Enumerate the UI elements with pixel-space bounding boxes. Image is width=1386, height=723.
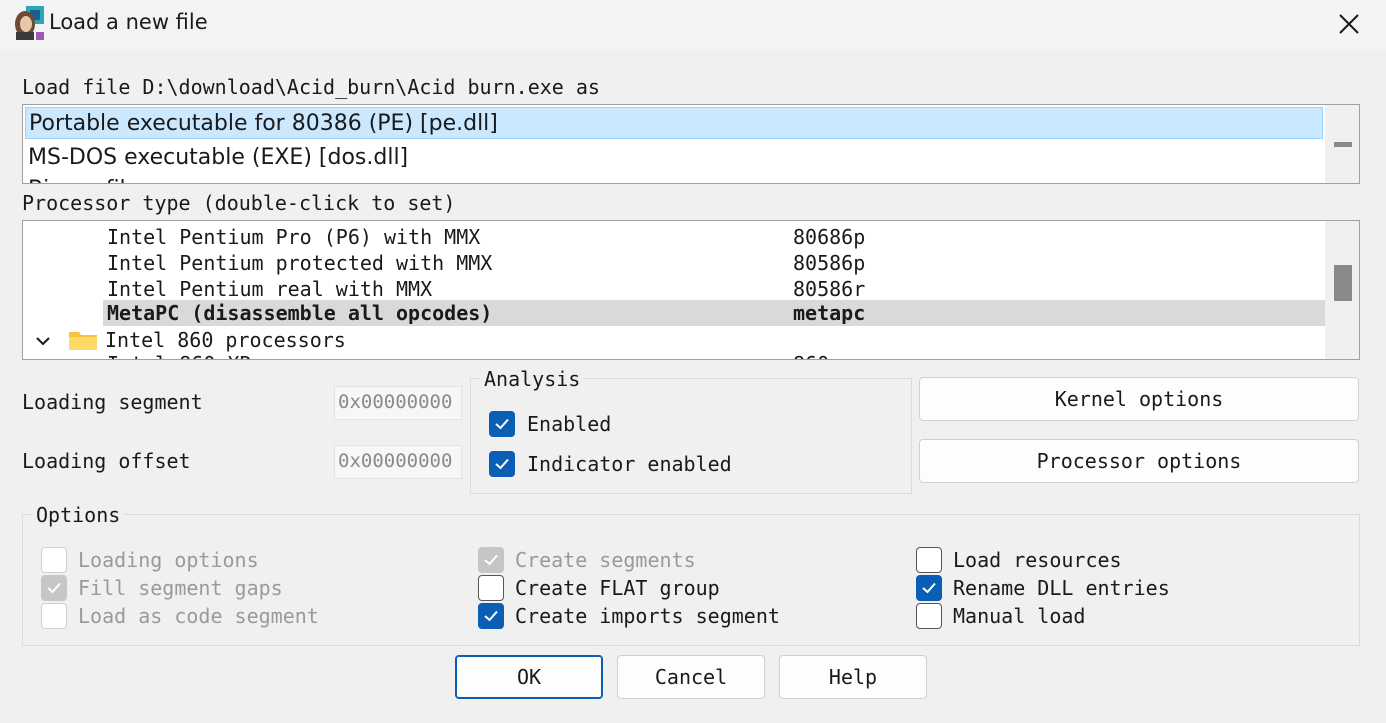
options-group-title: Options <box>32 503 125 527</box>
processor-row[interactable]: Intel Pentium Pro (P6) with MMX 80686p <box>23 224 1325 250</box>
checkmark-icon <box>495 418 509 430</box>
close-button[interactable] <box>1326 4 1372 44</box>
rename-dll-entries-label: Rename DLL entries <box>953 576 1170 600</box>
window-title: Load a new file <box>49 10 208 34</box>
processor-type-label: Processor type (double-click to set) <box>22 191 456 215</box>
rename-dll-entries-checkbox[interactable] <box>916 575 942 601</box>
app-icon <box>12 6 46 40</box>
load-resources-label: Load resources <box>953 548 1122 572</box>
checkmark-icon <box>484 610 498 622</box>
create-imports-segment-checkbox[interactable] <box>478 603 504 629</box>
analysis-enabled-label: Enabled <box>527 412 612 436</box>
indicator-enabled-label: Indicator enabled <box>527 452 732 476</box>
loading-offset-input[interactable]: 0x00000000 <box>334 445 462 479</box>
close-icon <box>1339 14 1359 34</box>
file-type-scrollbar[interactable] <box>1325 105 1359 183</box>
processor-row[interactable]: Intel Pentium real with MMX 80586r <box>23 276 1325 302</box>
create-imports-segment-label: Create imports segment <box>515 604 780 628</box>
processor-options-button[interactable]: Processor options <box>919 439 1359 483</box>
manual-load-checkbox[interactable] <box>916 603 942 629</box>
kernel-options-button[interactable]: Kernel options <box>919 377 1359 421</box>
loading-segment-label: Loading segment <box>22 390 203 414</box>
checkmark-icon <box>922 582 936 594</box>
processor-name: Intel Pentium protected with MMX <box>107 251 493 275</box>
scrollbar-thumb[interactable] <box>1334 142 1352 147</box>
processor-code: metapc <box>793 301 866 325</box>
loading-options-checkbox[interactable] <box>41 547 67 573</box>
processor-scrollbar[interactable] <box>1325 221 1359 359</box>
indicator-enabled-checkbox[interactable] <box>489 451 515 477</box>
load-file-label: Load file D:\download\Acid_burn\Acid bur… <box>22 75 600 99</box>
fill-segment-gaps-label: Fill segment gaps <box>78 576 283 600</box>
loading-offset-label: Loading offset <box>22 449 191 473</box>
load-as-code-segment-label: Load as code segment <box>78 604 319 628</box>
create-segments-label: Create segments <box>515 548 696 572</box>
processor-row[interactable]: Intel Pentium protected with MMX 80586p <box>23 250 1325 276</box>
cancel-button[interactable]: Cancel <box>617 655 765 699</box>
file-type-item[interactable]: Portable executable for 80386 (PE) [pe.d… <box>25 107 1323 139</box>
create-segments-checkbox[interactable] <box>478 547 504 573</box>
processor-name: Intel Pentium real with MMX <box>107 277 433 301</box>
loading-segment-input[interactable]: 0x00000000 <box>334 386 462 420</box>
ok-button[interactable]: OK <box>455 655 603 699</box>
processor-code: 860 <box>793 351 829 359</box>
processor-code: 80686p <box>793 225 866 249</box>
analysis-enabled-checkbox[interactable] <box>489 411 515 437</box>
loading-options-label: Loading options <box>78 548 259 572</box>
folder-icon <box>69 332 97 350</box>
processor-code: 80586r <box>793 277 866 301</box>
load-as-code-segment-checkbox[interactable] <box>41 603 67 629</box>
processor-code: 80586p <box>793 251 866 275</box>
file-type-item[interactable]: MS-DOS executable (EXE) [dos.dll] <box>25 142 1323 174</box>
checkmark-icon <box>484 554 498 566</box>
processor-name: Intel 860 XR <box>107 351 252 359</box>
load-resources-checkbox[interactable] <box>916 547 942 573</box>
scrollbar-thumb[interactable] <box>1334 265 1352 301</box>
processor-group-row[interactable]: Intel 860 processors <box>23 327 1325 353</box>
create-flat-group-label: Create FLAT group <box>515 576 720 600</box>
analysis-group <box>470 378 912 494</box>
processor-row[interactable]: Intel 860 XR 860 <box>23 351 1325 359</box>
processor-tree[interactable]: Intel Pentium Pro (P6) with MMX 80686p I… <box>22 220 1360 360</box>
file-type-list[interactable]: Portable executable for 80386 (PE) [pe.d… <box>22 104 1360 184</box>
chevron-down-icon[interactable] <box>35 335 51 347</box>
processor-group-name: Intel 860 processors <box>105 328 346 352</box>
analysis-group-title: Analysis <box>480 367 585 391</box>
file-type-item[interactable]: Binary file <box>25 174 1323 183</box>
manual-load-label: Manual load <box>953 604 1086 628</box>
checkmark-icon <box>495 458 509 470</box>
fill-segment-gaps-checkbox[interactable] <box>41 575 67 601</box>
processor-name: MetaPC (disassemble all opcodes) <box>107 301 493 325</box>
checkmark-icon <box>47 582 61 594</box>
processor-name: Intel Pentium Pro (P6) with MMX <box>107 225 481 249</box>
load-file-dialog: Load a new file Load file D:\download\Ac… <box>0 0 1386 723</box>
help-button[interactable]: Help <box>779 655 927 699</box>
title-bar: Load a new file <box>0 0 1386 50</box>
processor-row-selected[interactable]: MetaPC (disassemble all opcodes) metapc <box>103 300 1325 326</box>
create-flat-group-checkbox[interactable] <box>478 575 504 601</box>
